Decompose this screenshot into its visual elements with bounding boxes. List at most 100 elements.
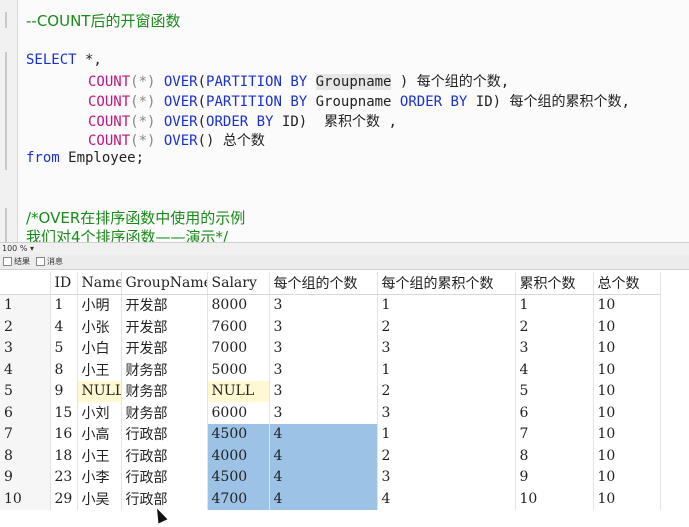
table-row[interactable]: 6 15 小刘 财务部 6000 3 3 6 10 — [0, 402, 661, 424]
table-cell[interactable]: 小白 — [77, 337, 122, 359]
table-cell[interactable]: 4700 — [207, 488, 270, 510]
table-cell[interactable]: 4 — [269, 423, 378, 445]
table-cell[interactable]: 4500 — [207, 466, 270, 488]
table-cell[interactable]: 小王 — [77, 445, 122, 467]
table-cell[interactable]: 1 — [377, 294, 516, 316]
table-row[interactable]: 7 16 小高 行政部 4500 4 1 7 10 — [0, 423, 661, 445]
table-cell[interactable]: 2 — [377, 380, 516, 402]
table-cell[interactable]: 5000 — [207, 359, 270, 381]
row-number[interactable]: 9 — [0, 466, 51, 488]
table-cell[interactable]: 3 — [269, 337, 378, 359]
row-number[interactable]: 7 — [0, 423, 51, 445]
table-cell[interactable]: 8 — [515, 445, 594, 467]
table-cell[interactable]: 7 — [515, 423, 594, 445]
table-cell[interactable]: 开发部 — [121, 316, 208, 338]
table-row[interactable]: 10 29 小吴 行政部 4700 4 4 10 10 — [0, 488, 661, 510]
table-cell[interactable]: 10 — [593, 423, 661, 445]
table-cell[interactable]: 7600 — [207, 316, 270, 338]
table-cell[interactable]: 1 — [377, 423, 516, 445]
table-cell[interactable]: 10 — [593, 337, 661, 359]
column-header[interactable]: Name — [77, 272, 122, 295]
table-cell[interactable]: 10 — [593, 445, 661, 467]
table-cell[interactable]: 4 — [269, 466, 378, 488]
table-cell[interactable]: 9 — [515, 466, 594, 488]
row-number[interactable]: 5 — [0, 380, 51, 402]
table-row[interactable]: 4 8 小王 财务部 5000 3 1 4 10 — [0, 359, 661, 381]
column-header[interactable]: GroupName — [121, 272, 208, 295]
table-cell[interactable]: 2 — [377, 316, 516, 338]
row-number[interactable]: 4 — [0, 359, 51, 381]
table-cell[interactable]: 4 — [515, 359, 594, 381]
table-cell[interactable]: 开发部 — [121, 337, 208, 359]
table-cell[interactable]: 3 — [269, 294, 378, 316]
column-header[interactable]: Salary — [207, 272, 270, 295]
table-row[interactable]: 2 4 小张 开发部 7600 3 2 2 10 — [0, 316, 661, 338]
table-cell[interactable]: 4000 — [207, 445, 270, 467]
table-cell[interactable]: 2 — [515, 316, 594, 338]
table-row[interactable]: 1 1 小明 开发部 8000 3 1 1 10 — [0, 294, 661, 316]
table-cell[interactable]: 10 — [515, 488, 594, 510]
table-cell[interactable]: 10 — [593, 359, 661, 381]
table-cell[interactable]: NULL — [207, 380, 270, 402]
column-header[interactable]: 累积个数 — [515, 272, 594, 295]
table-cell[interactable]: 10 — [593, 316, 661, 338]
table-cell[interactable]: 10 — [593, 380, 661, 402]
sql-editor[interactable]: --COUNT后的开窗函数 SELECT *, COUNT(*) OVER(PA… — [0, 0, 689, 242]
table-cell[interactable]: 23 — [50, 466, 78, 488]
table-cell[interactable]: 小李 — [77, 466, 122, 488]
table-cell[interactable]: 3 — [269, 380, 378, 402]
column-header[interactable] — [0, 272, 51, 295]
table-cell[interactable]: 10 — [593, 488, 661, 510]
column-header[interactable]: ID — [50, 272, 78, 295]
table-cell[interactable]: 5 — [50, 337, 78, 359]
table-cell[interactable]: 4 — [377, 488, 516, 510]
table-cell[interactable]: 6 — [515, 402, 594, 424]
table-cell[interactable]: 7000 — [207, 337, 270, 359]
table-cell[interactable]: 小王 — [77, 359, 122, 381]
table-cell[interactable]: 3 — [269, 359, 378, 381]
table-cell[interactable]: 4 — [269, 488, 378, 510]
table-cell[interactable]: 3 — [377, 402, 516, 424]
table-cell[interactable]: 3 — [377, 466, 516, 488]
table-cell[interactable]: 4500 — [207, 423, 270, 445]
table-cell[interactable]: 9 — [50, 380, 78, 402]
table-cell[interactable]: 8000 — [207, 294, 270, 316]
table-cell[interactable]: 5 — [515, 380, 594, 402]
table-cell[interactable]: 15 — [50, 402, 78, 424]
table-cell[interactable]: 16 — [50, 423, 78, 445]
table-cell[interactable]: 财务部 — [121, 359, 208, 381]
zoom-level[interactable]: 100 % — [2, 244, 27, 253]
table-cell[interactable]: 小张 — [77, 316, 122, 338]
table-cell[interactable]: 1 — [50, 294, 78, 316]
table-cell[interactable]: 行政部 — [121, 445, 208, 467]
table-cell[interactable]: 4 — [269, 445, 378, 467]
table-cell[interactable]: NULL — [77, 380, 122, 402]
results-grid[interactable]: ID Name GroupName Salary 每个组的个数 每个组的累积个数 累积个数总… — [0, 272, 661, 510]
table-cell[interactable]: 1 — [377, 359, 516, 381]
row-number[interactable]: 8 — [0, 445, 51, 467]
table-cell[interactable]: 小吴 — [77, 488, 122, 510]
table-cell[interactable]: 18 — [50, 445, 78, 467]
row-number[interactable]: 2 — [0, 316, 51, 338]
table-cell[interactable]: 8 — [50, 359, 78, 381]
table-cell[interactable]: 10 — [593, 294, 661, 316]
row-number[interactable]: 10 — [0, 488, 51, 510]
row-number[interactable]: 6 — [0, 402, 51, 424]
table-cell[interactable]: 4 — [50, 316, 78, 338]
table-cell[interactable]: 29 — [50, 488, 78, 510]
table-row[interactable]: 3 5 小白 开发部 7000 3 3 3 10 — [0, 337, 661, 359]
table-row[interactable]: 5 9 NULL 财务部 NULL 3 2 5 10 — [0, 380, 661, 402]
table-cell[interactable]: 1 — [515, 294, 594, 316]
row-number[interactable]: 1 — [0, 294, 51, 316]
table-cell[interactable]: 小明 — [77, 294, 122, 316]
table-cell[interactable]: 财务部 — [121, 402, 208, 424]
tab-messages[interactable]: 消息 — [36, 256, 63, 267]
table-cell[interactable]: 2 — [377, 445, 516, 467]
column-header[interactable]: 每个组的个数 — [269, 272, 378, 295]
table-cell[interactable]: 3 — [269, 316, 378, 338]
row-number[interactable]: 3 — [0, 337, 51, 359]
table-cell[interactable]: 3 — [377, 337, 516, 359]
table-row[interactable]: 9 23 小李 行政部 4500 4 3 9 10 — [0, 466, 661, 488]
table-cell[interactable]: 10 — [593, 466, 661, 488]
table-cell[interactable]: 行政部 — [121, 423, 208, 445]
